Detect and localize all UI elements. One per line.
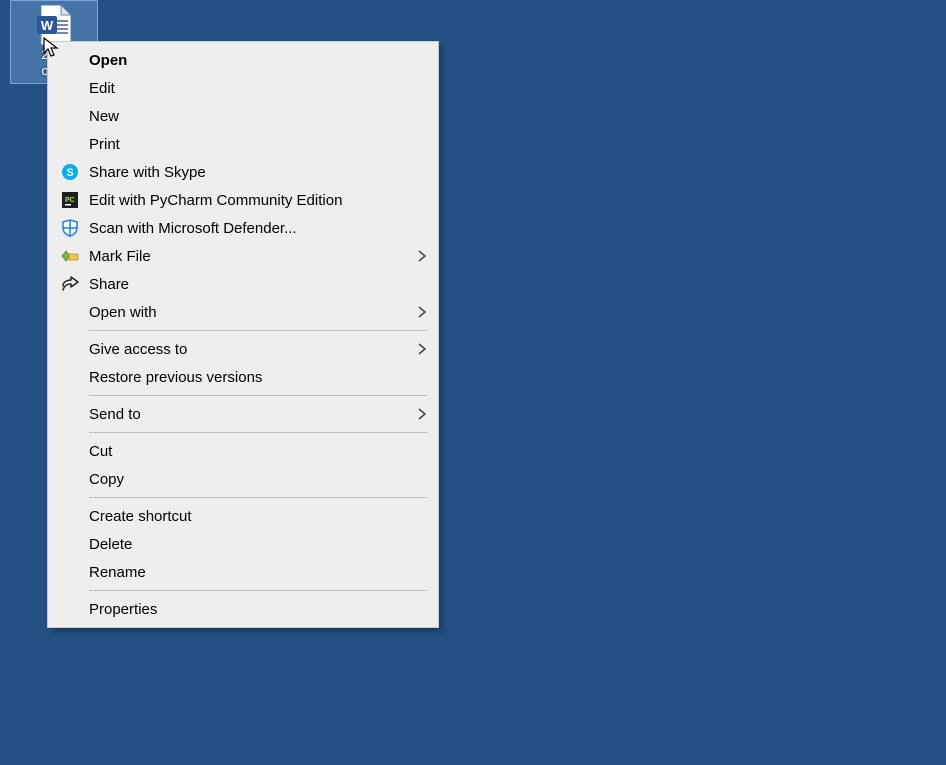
svg-text:PC: PC [65, 197, 75, 204]
menu-label: Cut [89, 443, 112, 460]
menu-label: Send to [89, 406, 141, 423]
menu-edit[interactable]: Edit [49, 74, 437, 102]
pycharm-icon: PC [61, 191, 79, 209]
menu-cut[interactable]: Cut [49, 437, 437, 465]
menu-delete[interactable]: Delete [49, 530, 437, 558]
menu-restore-previous-versions[interactable]: Restore previous versions [49, 363, 437, 391]
menu-properties[interactable]: Properties [49, 595, 437, 623]
menu-label: Mark File [89, 248, 151, 265]
menu-label: Open [89, 52, 127, 69]
menu-separator [89, 432, 427, 433]
menu-open-with[interactable]: Open with [49, 298, 437, 326]
menu-separator [89, 497, 427, 498]
svg-text:S: S [66, 167, 73, 179]
menu-give-access-to[interactable]: Give access to [49, 335, 437, 363]
mark-file-icon [61, 247, 79, 265]
menu-mark-file[interactable]: Mark File [49, 242, 437, 270]
menu-create-shortcut[interactable]: Create shortcut [49, 502, 437, 530]
menu-scan-defender[interactable]: Scan with Microsoft Defender... [49, 214, 437, 242]
chevron-right-icon [417, 306, 427, 318]
menu-label: Delete [89, 536, 132, 553]
menu-share[interactable]: Share [49, 270, 437, 298]
menu-new[interactable]: New [49, 102, 437, 130]
chevron-right-icon [417, 250, 427, 262]
menu-label: Edit [89, 80, 115, 97]
chevron-right-icon [417, 343, 427, 355]
word-document-icon: W [11, 5, 97, 45]
menu-label: New [89, 108, 119, 125]
menu-rename[interactable]: Rename [49, 558, 437, 586]
menu-label: Open with [89, 304, 157, 321]
menu-label: Properties [89, 601, 157, 618]
menu-separator [89, 330, 427, 331]
defender-shield-icon [61, 219, 79, 237]
menu-label: Give access to [89, 341, 187, 358]
menu-label: Create shortcut [89, 508, 192, 525]
context-menu: Open Edit New Print S Share with Skype P… [47, 41, 439, 628]
menu-label: Rename [89, 564, 146, 581]
menu-print[interactable]: Print [49, 130, 437, 158]
chevron-right-icon [417, 408, 427, 420]
menu-label: Share with Skype [89, 164, 206, 181]
svg-text:W: W [41, 18, 54, 33]
share-icon [61, 275, 79, 293]
menu-label: Scan with Microsoft Defender... [89, 220, 297, 237]
menu-copy[interactable]: Copy [49, 465, 437, 493]
menu-separator [89, 590, 427, 591]
menu-label: Restore previous versions [89, 369, 262, 386]
menu-separator [89, 395, 427, 396]
menu-label: Print [89, 136, 120, 153]
menu-label: Share [89, 276, 129, 293]
menu-share-with-skype[interactable]: S Share with Skype [49, 158, 437, 186]
menu-label: Copy [89, 471, 124, 488]
skype-icon: S [61, 163, 79, 181]
menu-label: Edit with PyCharm Community Edition [89, 192, 342, 209]
menu-edit-pycharm[interactable]: PC Edit with PyCharm Community Edition [49, 186, 437, 214]
menu-send-to[interactable]: Send to [49, 400, 437, 428]
menu-open[interactable]: Open [49, 46, 437, 74]
